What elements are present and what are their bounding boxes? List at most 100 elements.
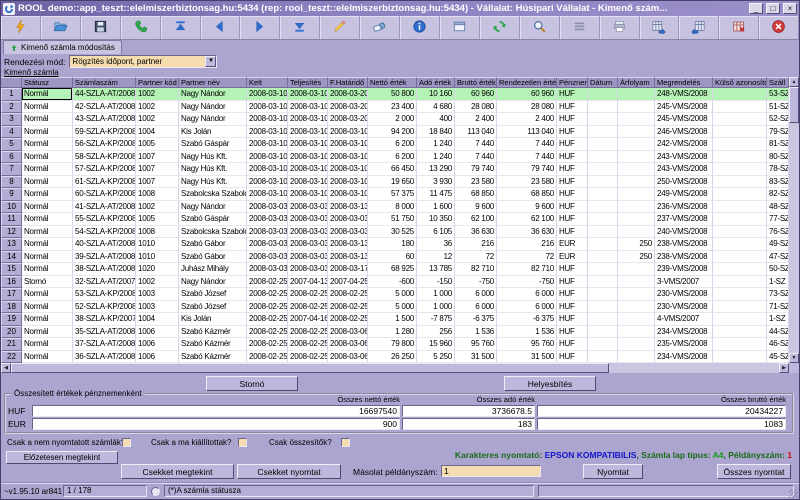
table-cell[interactable]: 238-VMS/2008 [655,238,713,251]
table-row[interactable]: 1Normál44-SZLA-AT/20081002Nagy Nándor200… [1,88,789,101]
table-cell[interactable]: 45-SZ [767,351,789,364]
row-number[interactable]: 1 [1,88,22,101]
table-cell[interactable]: 82 710 [497,263,557,276]
table-cell[interactable]: Nagy Hús Kft. [179,163,247,176]
table-cell[interactable]: 2008-02-25 [288,326,328,339]
table-cell[interactable]: 7 440 [455,151,497,164]
table-cell[interactable]: 216 [455,238,497,251]
table-cell[interactable] [713,176,767,189]
summary-ado-eur-field[interactable]: 183 [402,418,535,430]
filter-checkbox[interactable] [341,438,350,447]
table-row[interactable]: 7Normál57-SZLA-KP/20081007Nagy Hús Kft.2… [1,163,789,176]
table-cell[interactable]: 36-SZLA-AT/2008 [73,351,136,364]
table-cell[interactable]: HUF [557,288,588,301]
edit-button[interactable] [320,16,360,39]
scroll-bottom-button[interactable] [280,16,320,39]
column-header[interactable]: Rendezetlen érték [497,77,557,88]
table-cell[interactable] [618,113,655,126]
table-cell[interactable]: 2008-03-03 [288,238,328,251]
table-cell[interactable]: 2008-03-03 [247,201,288,214]
table-cell[interactable] [713,113,767,126]
table-cell[interactable]: 245-VMS/2008 [655,101,713,114]
table-cell[interactable]: 13 785 [417,263,455,276]
table-cell[interactable] [588,326,618,339]
table-cell[interactable]: 180 [368,238,417,251]
table-cell[interactable]: 2008-03-03 [247,226,288,239]
table-cell[interactable]: 50 800 [368,88,417,101]
table-row[interactable]: 2Normál42-SZLA-AT/20081002Nagy Nándor200… [1,101,789,114]
table-cell[interactable]: 1004 [136,126,179,139]
table-cell[interactable]: 1002 [136,276,179,289]
row-number[interactable]: 6 [1,151,22,164]
scroll-right-icon[interactable]: ▶ [779,363,789,373]
table-cell[interactable]: 55-SZLA-KP/2008 [73,213,136,226]
table-cell[interactable]: HUF [557,226,588,239]
table-cell[interactable]: 71-SZ [767,301,789,314]
table-cell[interactable]: 51 750 [368,213,417,226]
table-cell[interactable]: 2008-03-10 [288,101,328,114]
table-cell[interactable]: 2008-03-10 [328,176,368,189]
table-cell[interactable]: 1 240 [417,138,455,151]
table-cell[interactable]: Normál [22,351,73,364]
table-cell[interactable]: 2008-03-03 [247,251,288,264]
table-cell[interactable]: 2008-03-10 [288,138,328,151]
column-header[interactable]: Száll [767,77,789,88]
table-cell[interactable]: 1007 [136,163,179,176]
table-cell[interactable]: -6 375 [497,313,557,326]
table-cell[interactable]: 23 580 [497,176,557,189]
table-cell[interactable] [713,251,767,264]
table-cell[interactable]: Szabó Kázmér [179,338,247,351]
row-number[interactable]: 8 [1,176,22,189]
nyomtat-button[interactable]: Nyomtat [583,464,643,479]
table-cell[interactable]: 12 [417,251,455,264]
table-cell[interactable]: Szabó Kázmér [179,351,247,364]
table-cell[interactable]: 2008-03-10 [328,138,368,151]
table-cell[interactable]: 2008-03-06 [328,351,368,364]
sort-mode-select[interactable]: Rögzítés időpont, partner ▼ [69,55,217,68]
table-cell[interactable]: 80-SZ [767,151,789,164]
table-cell[interactable]: 37-SZLA-AT/2008 [73,338,136,351]
table-cell[interactable]: 8 000 [368,201,417,214]
summary-netto-huf-field[interactable]: 16697540 [32,405,400,417]
table-cell[interactable]: 2008-02-25 [288,288,328,301]
table-cell[interactable]: 4-VMS/2007 [655,313,713,326]
table-row[interactable]: 3Normál43-SZLA-AT/20081002Nagy Nándor200… [1,113,789,126]
table-cell[interactable]: 250 [618,251,655,264]
table-cell[interactable]: HUF [557,163,588,176]
table-cell[interactable]: 2008-03-10 [288,163,328,176]
table-cell[interactable] [713,351,767,364]
table-cell[interactable]: 2008-03-06 [328,326,368,339]
table-cell[interactable]: HUF [557,276,588,289]
table-cell[interactable]: 81-SZ [767,138,789,151]
table-cell[interactable] [588,301,618,314]
previous-button[interactable] [201,16,241,39]
table-cell[interactable]: 2008-03-10 [247,88,288,101]
table-cell[interactable]: Normál [22,101,73,114]
table-cell[interactable]: 1002 [136,101,179,114]
table-cell[interactable]: 236-VMS/2008 [655,201,713,214]
row-number[interactable]: 13 [1,238,22,251]
table-cell[interactable]: 95 760 [455,338,497,351]
column-header[interactable]: Pénznem [557,77,588,88]
table-cell[interactable]: 15 960 [417,338,455,351]
table-cell[interactable]: 53-SZ [767,88,789,101]
call-button[interactable] [121,16,161,39]
table-row[interactable]: 6Normál58-SZLA-KP/20081007Nagy Hús Kft.2… [1,151,789,164]
table-import-button[interactable] [679,16,719,39]
execute-button[interactable] [1,16,41,39]
row-number[interactable]: 11 [1,213,22,226]
minimize-button[interactable]: _ [749,3,763,14]
table-cell[interactable]: 2008-03-10 [288,88,328,101]
table-cell[interactable] [588,188,618,201]
refresh-button[interactable] [480,16,520,39]
table-cell[interactable]: 60 960 [497,88,557,101]
table-cell[interactable]: 235-VMS/2008 [655,338,713,351]
table-cell[interactable]: 79 740 [497,163,557,176]
table-cell[interactable]: -600 [368,276,417,289]
table-cell[interactable] [588,338,618,351]
table-cell[interactable]: Normál [22,213,73,226]
table-cell[interactable]: 238-VMS/2008 [655,251,713,264]
table-cell[interactable]: 11 475 [417,188,455,201]
table-cell[interactable]: 35-SZLA-AT/2008 [73,326,136,339]
table-cell[interactable]: 52-SZ [767,113,789,126]
